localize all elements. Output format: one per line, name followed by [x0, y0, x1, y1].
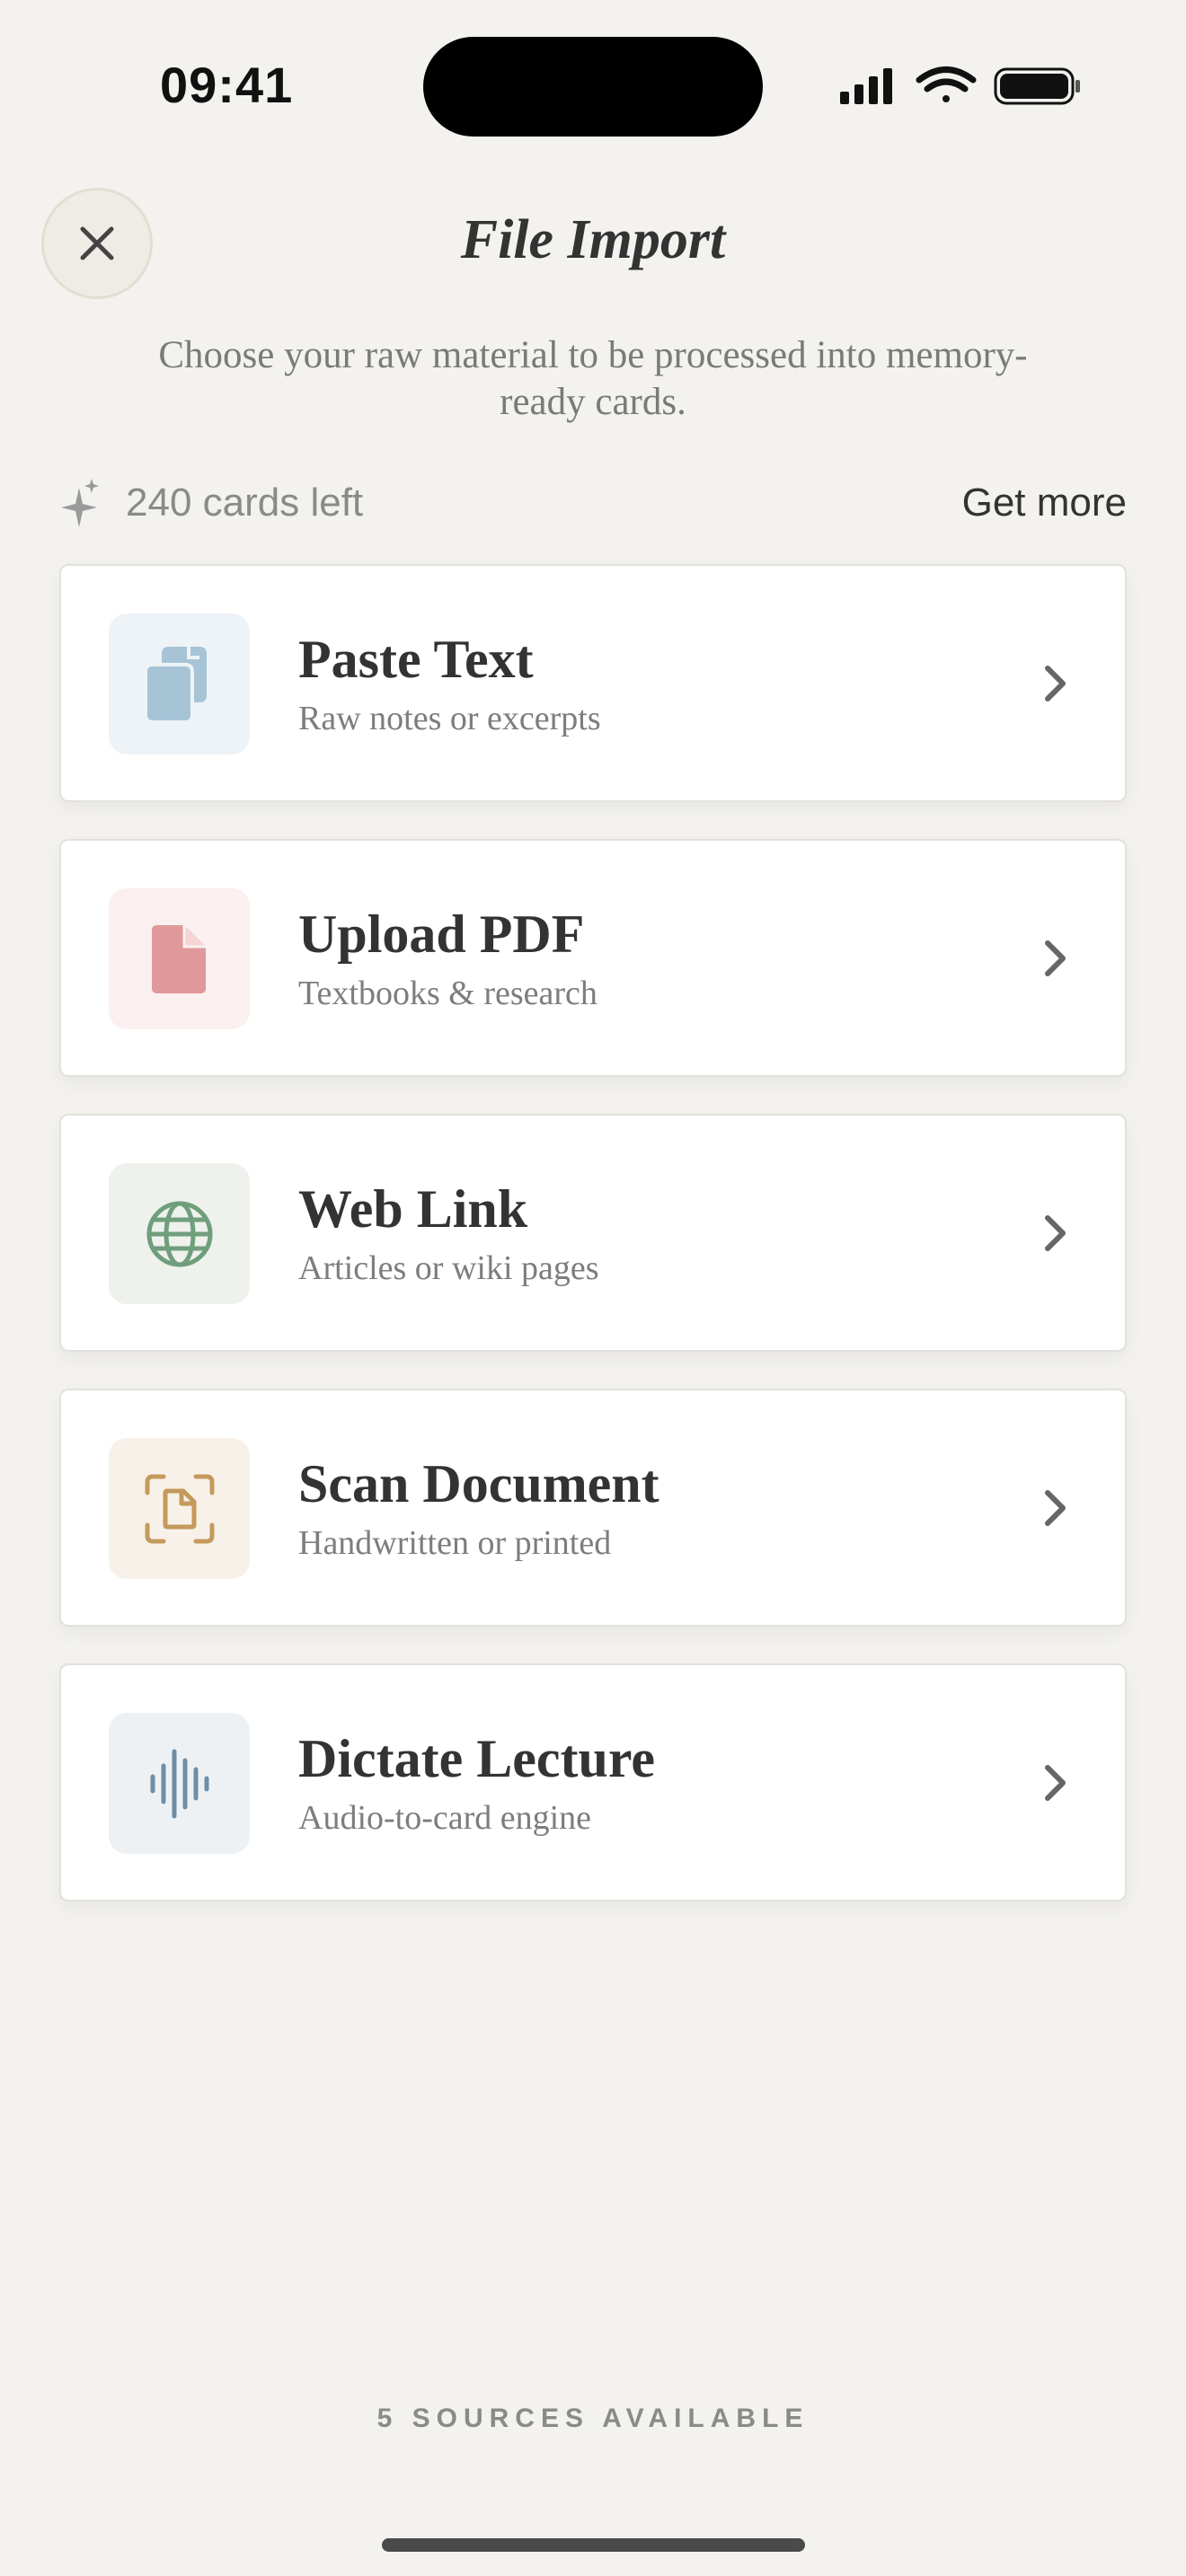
- cellular-signal-icon: [840, 68, 892, 104]
- source-title: Dictate Lecture: [298, 1729, 656, 1788]
- source-title: Scan Document: [298, 1454, 659, 1513]
- source-card-web-link[interactable]: Web Link Articles or wiki pages: [59, 1114, 1127, 1352]
- status-time: 09:41: [160, 57, 294, 113]
- source-card-scan-document[interactable]: Scan Document Handwritten or printed: [59, 1389, 1127, 1627]
- chevron-right-icon: [1045, 940, 1066, 976]
- chevron-right-icon: [1045, 1215, 1066, 1251]
- pdf-file-icon: [151, 924, 206, 993]
- sparkle-icon: [61, 479, 99, 527]
- credits-row: 240 cards left Get more: [59, 472, 1127, 534]
- source-title: Paste Text: [298, 630, 534, 689]
- credits-counter: 240 cards left: [59, 472, 363, 534]
- sources-count-label: 5 SOURCES AVAILABLE: [376, 2404, 810, 2433]
- source-card-dictate-lecture[interactable]: Dictate Lecture Audio-to-card engine: [59, 1663, 1127, 1901]
- home-indicator[interactable]: [382, 2538, 805, 2552]
- waveform-icon: [150, 1749, 208, 1818]
- globe-icon: [146, 1201, 212, 1266]
- chevron-right-icon: [1045, 666, 1066, 701]
- icon-tile: [109, 1438, 250, 1579]
- icon-tile: [109, 888, 250, 1029]
- page-subtitle: Choose your raw material to be processed…: [158, 334, 1028, 423]
- source-list: Paste Text Raw notes or excerpts Upload …: [59, 564, 1127, 1938]
- status-bar: 09:41: [0, 0, 1186, 171]
- page-title: File Import: [460, 209, 726, 270]
- wifi-icon: [916, 66, 977, 102]
- status-icons: [840, 65, 1083, 110]
- source-description: Textbooks & research: [298, 975, 597, 1012]
- icon-tile: [109, 1713, 250, 1854]
- source-description: Articles or wiki pages: [298, 1249, 599, 1287]
- credits-text: 240 cards left: [126, 481, 364, 525]
- source-card-upload-pdf[interactable]: Upload PDF Textbooks & research: [59, 839, 1127, 1077]
- source-description: Audio-to-card engine: [298, 1799, 592, 1837]
- dynamic-island: [423, 37, 763, 137]
- source-title: Upload PDF: [298, 904, 585, 964]
- source-card-paste-text[interactable]: Paste Text Raw notes or excerpts: [59, 564, 1127, 802]
- chevron-right-icon: [1045, 1765, 1066, 1801]
- get-more-link[interactable]: Get more: [962, 472, 1127, 534]
- source-description: Handwritten or printed: [298, 1524, 612, 1562]
- source-title: Web Link: [298, 1179, 528, 1239]
- chevron-right-icon: [1045, 1490, 1066, 1526]
- source-description: Raw notes or excerpts: [298, 700, 601, 737]
- paste-icon: [143, 646, 207, 724]
- icon-tile: [109, 1163, 250, 1304]
- scan-document-icon: [145, 1474, 214, 1543]
- icon-tile: [109, 613, 250, 754]
- battery-icon: [994, 67, 1080, 105]
